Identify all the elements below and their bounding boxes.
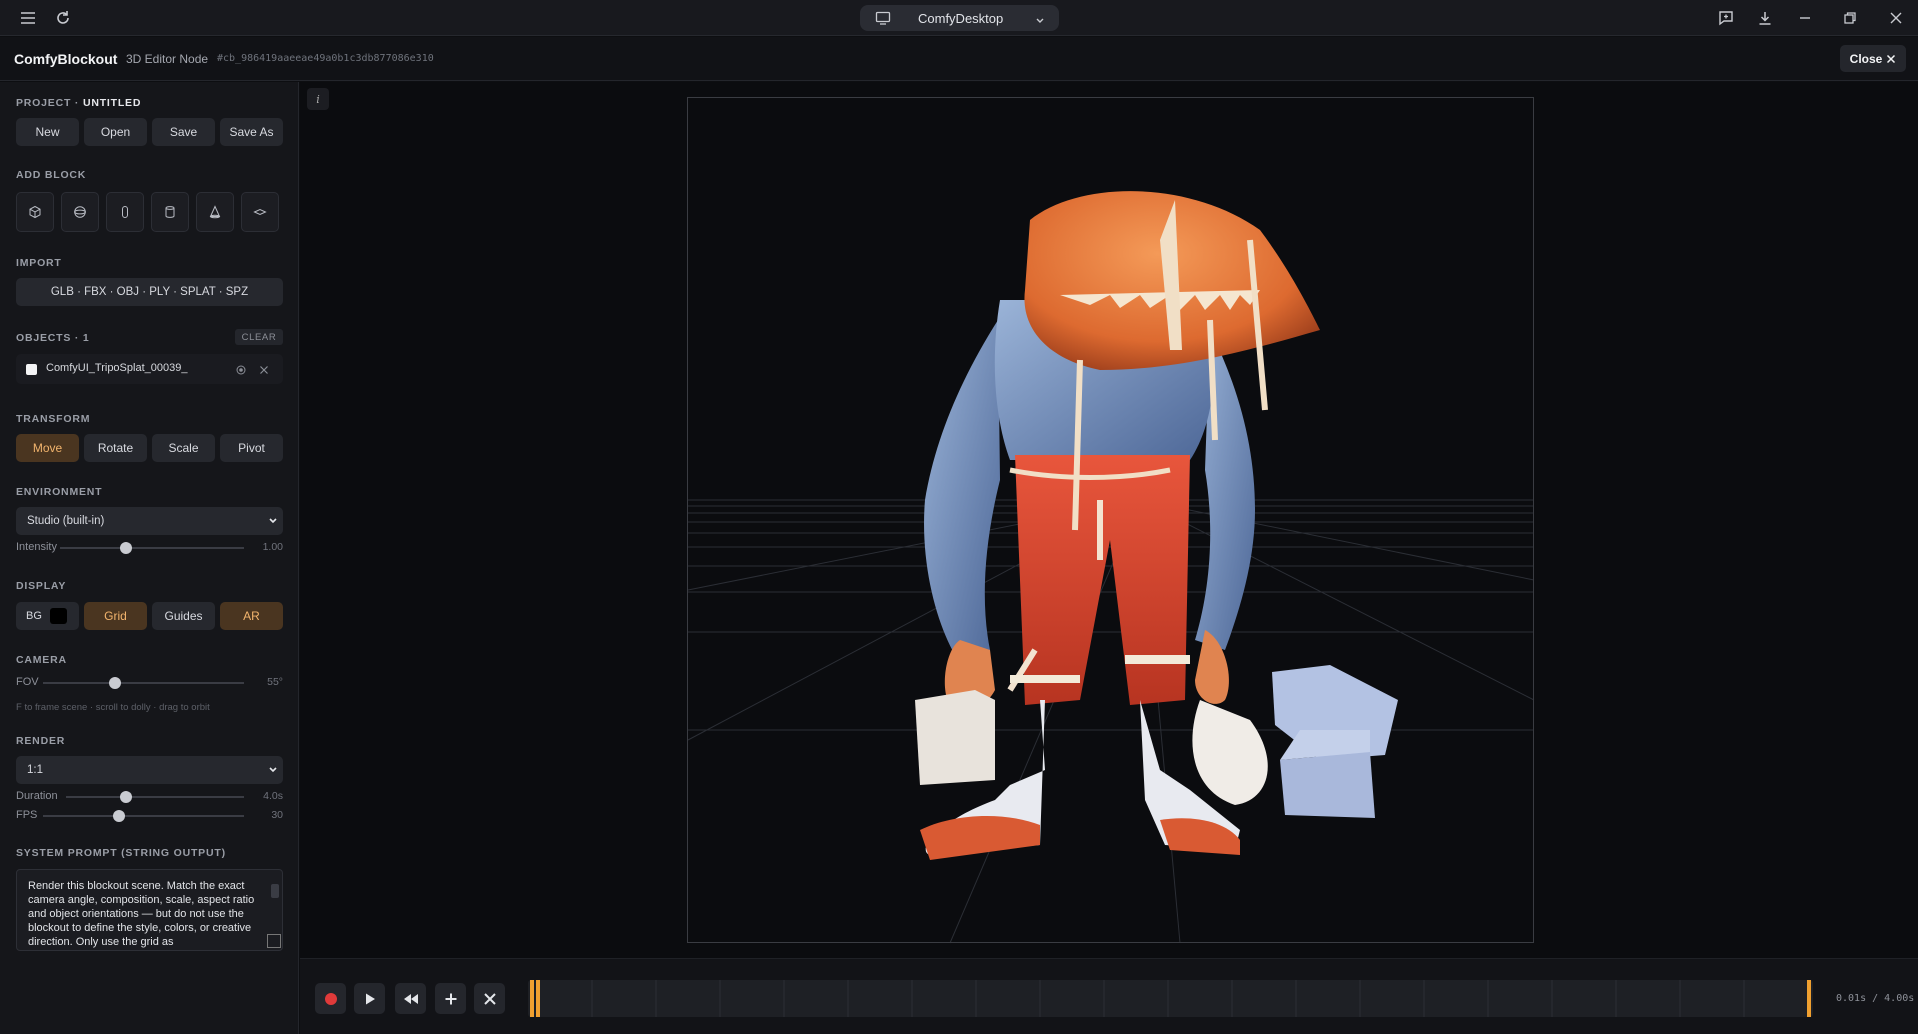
timeline-ticks <box>591 980 1745 1017</box>
timeline-end-marker[interactable] <box>1807 980 1811 1017</box>
record-icon <box>324 992 337 1005</box>
clear-keyframes-button[interactable] <box>474 983 505 1014</box>
playhead[interactable] <box>536 980 540 1017</box>
timeline-track[interactable] <box>528 980 1813 1017</box>
timeline-start-marker[interactable] <box>530 980 534 1017</box>
record-button[interactable] <box>315 983 346 1014</box>
time-readout: 0.01s / 4.00s <box>1836 993 1915 1004</box>
add-keyframe-button[interactable] <box>435 983 466 1014</box>
play-icon <box>365 993 375 1004</box>
aspect-frame-guide <box>687 97 1534 943</box>
x-icon <box>483 992 496 1005</box>
plus-icon <box>445 993 456 1004</box>
play-button[interactable] <box>354 983 385 1014</box>
rewind-icon <box>403 993 418 1004</box>
rewind-button[interactable] <box>395 983 426 1014</box>
